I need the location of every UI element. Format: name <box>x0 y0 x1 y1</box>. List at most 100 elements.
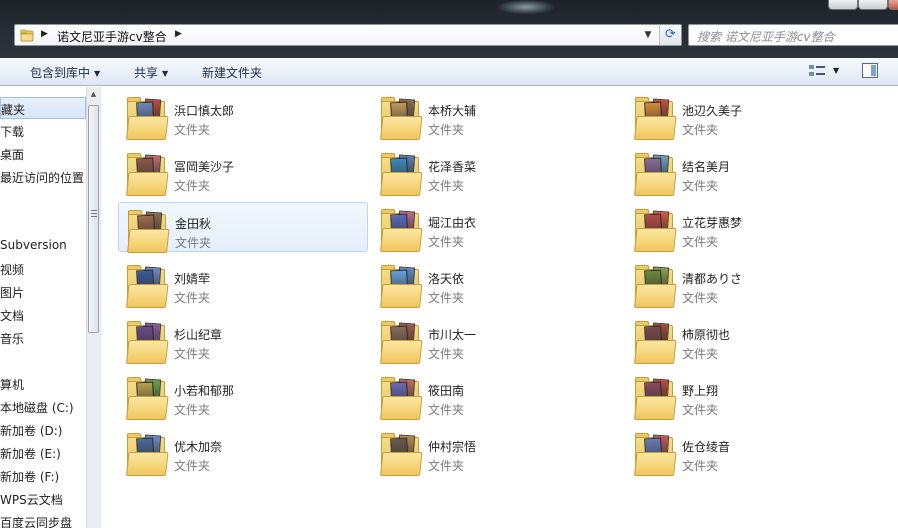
navigation-scrollbar[interactable]: ▲ <box>86 87 100 528</box>
folder-name: 仲村宗悟 <box>428 440 477 454</box>
nav-item-drive-d[interactable]: 新加卷 (D:) <box>0 422 62 439</box>
folder-item[interactable]: 洛天依 文件夹 <box>372 258 622 308</box>
nav-item-favorites[interactable]: 藏夹 <box>0 97 86 119</box>
folder-name: 杉山纪章 <box>174 328 223 342</box>
folder-item[interactable]: 清都ありさ 文件夹 <box>626 258 876 308</box>
view-options-chevron-icon[interactable]: ▼ <box>833 66 839 75</box>
minimize-button[interactable] <box>828 0 858 10</box>
folder-icon <box>380 320 423 364</box>
folder-item[interactable]: 结名美月 文件夹 <box>626 146 876 196</box>
folder-type: 文件夹 <box>174 291 211 305</box>
title-bar-glow <box>498 0 554 14</box>
folder-type: 文件夹 <box>682 403 719 417</box>
folder-type: 文件夹 <box>682 179 719 193</box>
folder-type: 文件夹 <box>682 235 719 249</box>
refresh-icon[interactable]: ⟳ <box>659 25 681 45</box>
nav-item-baidu-sync[interactable]: 百度云同步盘 <box>0 514 72 528</box>
chevron-down-icon: ▼ <box>94 69 101 78</box>
folder-name: 冨岡美沙子 <box>174 160 235 174</box>
nav-item-videos[interactable]: 视频 <box>0 261 24 278</box>
nav-item-wps-cloud[interactable]: WPS云文档 <box>0 491 63 508</box>
folder-item[interactable]: 浜口慎太郎 文件夹 <box>118 90 368 140</box>
new-folder-button[interactable]: 新建文件夹 <box>202 64 262 81</box>
include-in-library-label: 包含到库中 <box>30 66 91 80</box>
folder-name: 小若和郁那 <box>174 384 235 398</box>
folder-icon <box>126 376 169 420</box>
search-box[interactable]: 搜索 诺文尼亚手游cv整合 <box>688 24 898 46</box>
folder-icon <box>126 320 169 364</box>
nav-item-subversion[interactable]: Subversion <box>0 238 67 252</box>
folder-icon <box>380 208 423 252</box>
folder-item[interactable]: 野上翔 文件夹 <box>626 370 876 420</box>
maximize-button[interactable] <box>858 0 888 10</box>
folder-icon <box>634 208 677 252</box>
nav-item-downloads[interactable]: 下载 <box>0 123 24 140</box>
folder-item[interactable]: 小若和郁那 文件夹 <box>118 370 368 420</box>
nav-item-pictures[interactable]: 图片 <box>0 284 24 301</box>
nav-item-recent-places[interactable]: 最近访问的位置 <box>0 169 84 186</box>
folder-icon <box>634 152 677 196</box>
folder-type: 文件夹 <box>428 459 465 473</box>
folder-icon <box>380 432 423 476</box>
folder-item[interactable]: 市川太一 文件夹 <box>372 314 622 364</box>
folder-type: 文件夹 <box>428 403 465 417</box>
folder-type: 文件夹 <box>174 179 211 193</box>
folder-type: 文件夹 <box>682 123 719 137</box>
folder-item[interactable]: 堀江由衣 文件夹 <box>372 202 622 252</box>
include-in-library-button[interactable]: 包含到库中 ▼ <box>30 64 100 81</box>
folder-type: 文件夹 <box>428 235 465 249</box>
address-bar[interactable]: ▶ 诺文尼亚手游cv整合 ▶ ▼ ⟳ <box>14 24 682 46</box>
chevron-down-icon: ▼ <box>162 69 169 78</box>
folder-type: 文件夹 <box>174 123 211 137</box>
folder-type: 文件夹 <box>428 179 465 193</box>
folder-type: 文件夹 <box>174 347 211 361</box>
folder-type: 文件夹 <box>174 403 211 417</box>
nav-item-drive-f[interactable]: 新加卷 (F:) <box>0 468 59 485</box>
folder-item[interactable]: 柿原彻也 文件夹 <box>626 314 876 364</box>
folder-icon <box>634 376 677 420</box>
close-button[interactable] <box>888 0 898 10</box>
folder-item[interactable]: 花泽香菜 文件夹 <box>372 146 622 196</box>
folder-item[interactable]: 仲村宗悟 文件夹 <box>372 426 622 476</box>
folder-name: 立花芽惠梦 <box>682 216 743 230</box>
nav-item-documents[interactable]: 文档 <box>0 307 24 324</box>
folder-name: 浜口慎太郎 <box>174 104 235 118</box>
address-history-dropdown-icon[interactable]: ▼ <box>641 28 655 42</box>
window-title-bar: ▶ 诺文尼亚手游cv整合 ▶ ▼ ⟳ 搜索 诺文尼亚手游cv整合 <box>0 0 898 58</box>
nav-item-drive-c[interactable]: 本地磁盘 (C:) <box>0 399 74 416</box>
breadcrumb-current-folder[interactable]: 诺文尼亚手游cv整合 <box>57 28 167 45</box>
folder-item[interactable]: 立花芽惠梦 文件夹 <box>626 202 876 252</box>
change-view-icon[interactable] <box>808 63 826 79</box>
folder-icon <box>380 152 423 196</box>
folder-name: 花泽香菜 <box>428 160 477 174</box>
folder-icon <box>126 96 169 140</box>
folder-item[interactable]: 池辺久美子 文件夹 <box>626 90 876 140</box>
breadcrumb-separator-icon[interactable]: ▶ <box>41 29 48 39</box>
folder-item[interactable]: 优木加奈 文件夹 <box>118 426 368 476</box>
nav-item-computer[interactable]: 算机 <box>0 376 24 393</box>
folder-item[interactable]: 佐仓绫音 文件夹 <box>626 426 876 476</box>
folder-item[interactable]: 刘婧荦 文件夹 <box>118 258 368 308</box>
folder-name: 筱田南 <box>428 384 465 398</box>
nav-item-desktop[interactable]: 桌面 <box>0 146 24 163</box>
search-input[interactable]: 搜索 诺文尼亚手游cv整合 <box>697 28 835 45</box>
breadcrumb-separator-icon[interactable]: ▶ <box>175 29 182 39</box>
folder-item[interactable]: 杉山纪章 文件夹 <box>118 314 368 364</box>
scroll-up-icon[interactable]: ▲ <box>87 87 100 101</box>
share-button[interactable]: 共享 ▼ <box>134 64 168 81</box>
folder-name: 刘婧荦 <box>174 272 211 286</box>
folder-item[interactable]: 本桥大辅 文件夹 <box>372 90 622 140</box>
preview-pane-icon[interactable] <box>862 63 878 78</box>
folder-name: 金田秋 <box>175 217 212 231</box>
folder-icon <box>380 376 423 420</box>
navigation-pane: 藏夹 下载 桌面 最近访问的位置 Subversion 视频 图片 文档 音乐 … <box>0 87 86 528</box>
folder-item[interactable]: 冨岡美沙子 文件夹 <box>118 146 368 196</box>
folder-name: 佐仓绫音 <box>682 440 731 454</box>
folder-name: 结名美月 <box>682 160 731 174</box>
scrollbar-thumb[interactable] <box>88 105 99 333</box>
nav-item-drive-e[interactable]: 新加卷 (E:) <box>0 445 61 462</box>
folder-item[interactable]: 筱田南 文件夹 <box>372 370 622 420</box>
folder-type: 文件夹 <box>682 459 719 473</box>
nav-item-music[interactable]: 音乐 <box>0 330 24 347</box>
folder-item[interactable]: 金田秋 文件夹 <box>118 202 368 253</box>
